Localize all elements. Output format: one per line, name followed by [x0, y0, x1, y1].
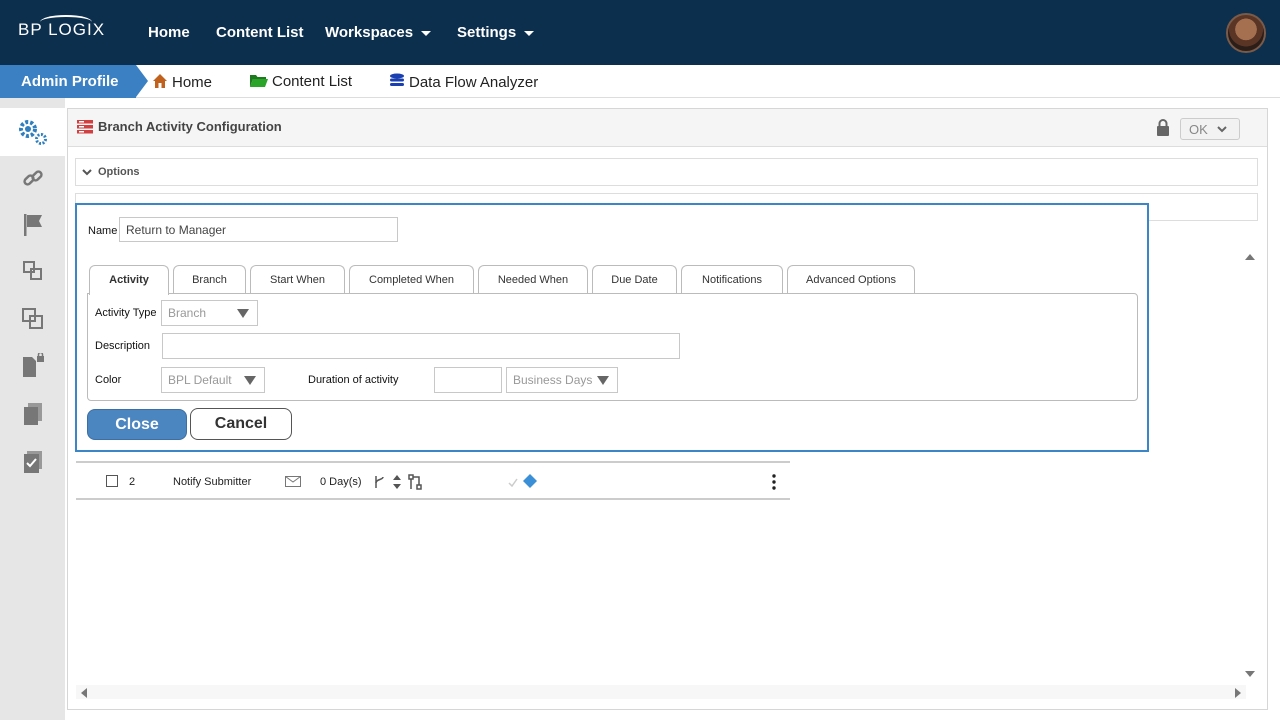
dropdown-arrow-icon: [244, 376, 256, 385]
color-select[interactable]: BPL Default: [161, 367, 265, 393]
more-options-icon[interactable]: [772, 474, 776, 493]
link-icon[interactable]: [0, 154, 65, 202]
scroll-down-arrow[interactable]: [1245, 671, 1255, 677]
nav-content-list[interactable]: Content List: [216, 24, 304, 41]
options-label: Options: [98, 166, 140, 178]
nav-home[interactable]: Home: [148, 24, 190, 41]
cancel-button[interactable]: Cancel: [190, 408, 292, 440]
chevron-down-icon: [524, 30, 535, 36]
activity-tab-panel: Activity Type Branch Description Color B…: [87, 293, 1138, 401]
configuration-icon: [77, 120, 93, 137]
lock-icon[interactable]: [1156, 119, 1170, 139]
color-label: Color: [95, 374, 122, 386]
breadcrumb-content-list[interactable]: Content List: [250, 73, 352, 92]
table-row[interactable]: 2 Notify Submitter 0 Day(s): [76, 464, 790, 500]
reorder-icon[interactable]: [392, 474, 402, 493]
left-sidebar: [0, 98, 65, 720]
branch-activity-dialog: Name Return to Manager Activity Branch S…: [75, 203, 1149, 452]
database-icon: [389, 73, 405, 93]
description-label: Description: [95, 340, 151, 352]
tab-completed-when[interactable]: Completed When: [349, 265, 474, 294]
tab-start-when[interactable]: Start When: [250, 265, 345, 294]
activity-type-select[interactable]: Branch: [161, 300, 258, 326]
folder-icon: [250, 73, 268, 92]
dropdown-arrow-icon: [597, 376, 609, 385]
tab-needed-when[interactable]: Needed When: [478, 265, 588, 294]
breadcrumb-bar: Admin Profile Home Content List Data Flo…: [0, 65, 1280, 98]
chevron-down-icon: [82, 169, 92, 176]
gears-icon[interactable]: [0, 108, 65, 156]
tab-notifications[interactable]: Notifications: [681, 265, 783, 294]
nav-settings[interactable]: Settings: [457, 24, 535, 41]
flag-icon[interactable]: [0, 201, 65, 249]
row-duration: 0 Day(s): [320, 476, 362, 488]
flow-icon[interactable]: [408, 474, 422, 493]
tab-branch[interactable]: Branch: [173, 265, 246, 294]
panel-header: Branch Activity Configuration OK: [68, 109, 1267, 147]
dropdown-arrow-icon: [237, 309, 249, 318]
breadcrumb-home[interactable]: Home: [152, 73, 212, 93]
scroll-left-arrow[interactable]: [81, 688, 87, 698]
duration-label: Duration of activity: [308, 374, 399, 386]
nav-workspaces[interactable]: Workspaces: [325, 24, 432, 41]
chevron-down-icon: [421, 30, 432, 36]
description-input[interactable]: [162, 333, 680, 359]
tab-activity[interactable]: Activity: [89, 265, 169, 295]
forms-icon[interactable]: [0, 247, 65, 295]
name-input[interactable]: Return to Manager: [119, 217, 398, 242]
horizontal-scrollbar[interactable]: [76, 685, 1246, 699]
activity-type-label: Activity Type: [95, 307, 157, 319]
name-label: Name: [88, 225, 118, 237]
check-icon: [508, 476, 518, 490]
documents-icon[interactable]: [0, 390, 65, 438]
bplogix-logo[interactable]: BP LOGIX: [18, 15, 105, 40]
branch-icon[interactable]: [373, 474, 387, 493]
chevron-down-icon: [1217, 126, 1227, 133]
admin-profile-tab[interactable]: Admin Profile: [0, 65, 148, 98]
copy-icon[interactable]: [0, 295, 65, 343]
task-list-icon[interactable]: [0, 438, 65, 486]
home-icon: [152, 73, 168, 93]
row-checkbox[interactable]: [106, 475, 118, 487]
user-avatar[interactable]: [1226, 13, 1266, 53]
scroll-right-arrow[interactable]: [1235, 688, 1241, 698]
ok-button[interactable]: OK: [1180, 118, 1240, 140]
options-section[interactable]: Options: [75, 158, 1258, 186]
scroll-up-arrow[interactable]: [1245, 254, 1255, 260]
close-button[interactable]: Close: [87, 409, 187, 440]
duration-unit-select[interactable]: Business Days: [506, 367, 618, 393]
locked-file-icon[interactable]: [0, 342, 65, 390]
duration-input[interactable]: [434, 367, 502, 393]
tab-advanced-options[interactable]: Advanced Options: [787, 265, 915, 294]
breadcrumb-data-flow-analyzer[interactable]: Data Flow Analyzer: [389, 73, 538, 93]
tab-due-date[interactable]: Due Date: [592, 265, 677, 294]
top-nav-bar: BP LOGIX Home Content List Workspaces Se…: [0, 0, 1280, 65]
panel-title: Branch Activity Configuration: [98, 119, 282, 134]
row-index: 2: [129, 476, 136, 488]
diamond-icon: [522, 473, 538, 492]
envelope-icon: [285, 476, 301, 490]
row-name: Notify Submitter: [173, 476, 252, 488]
